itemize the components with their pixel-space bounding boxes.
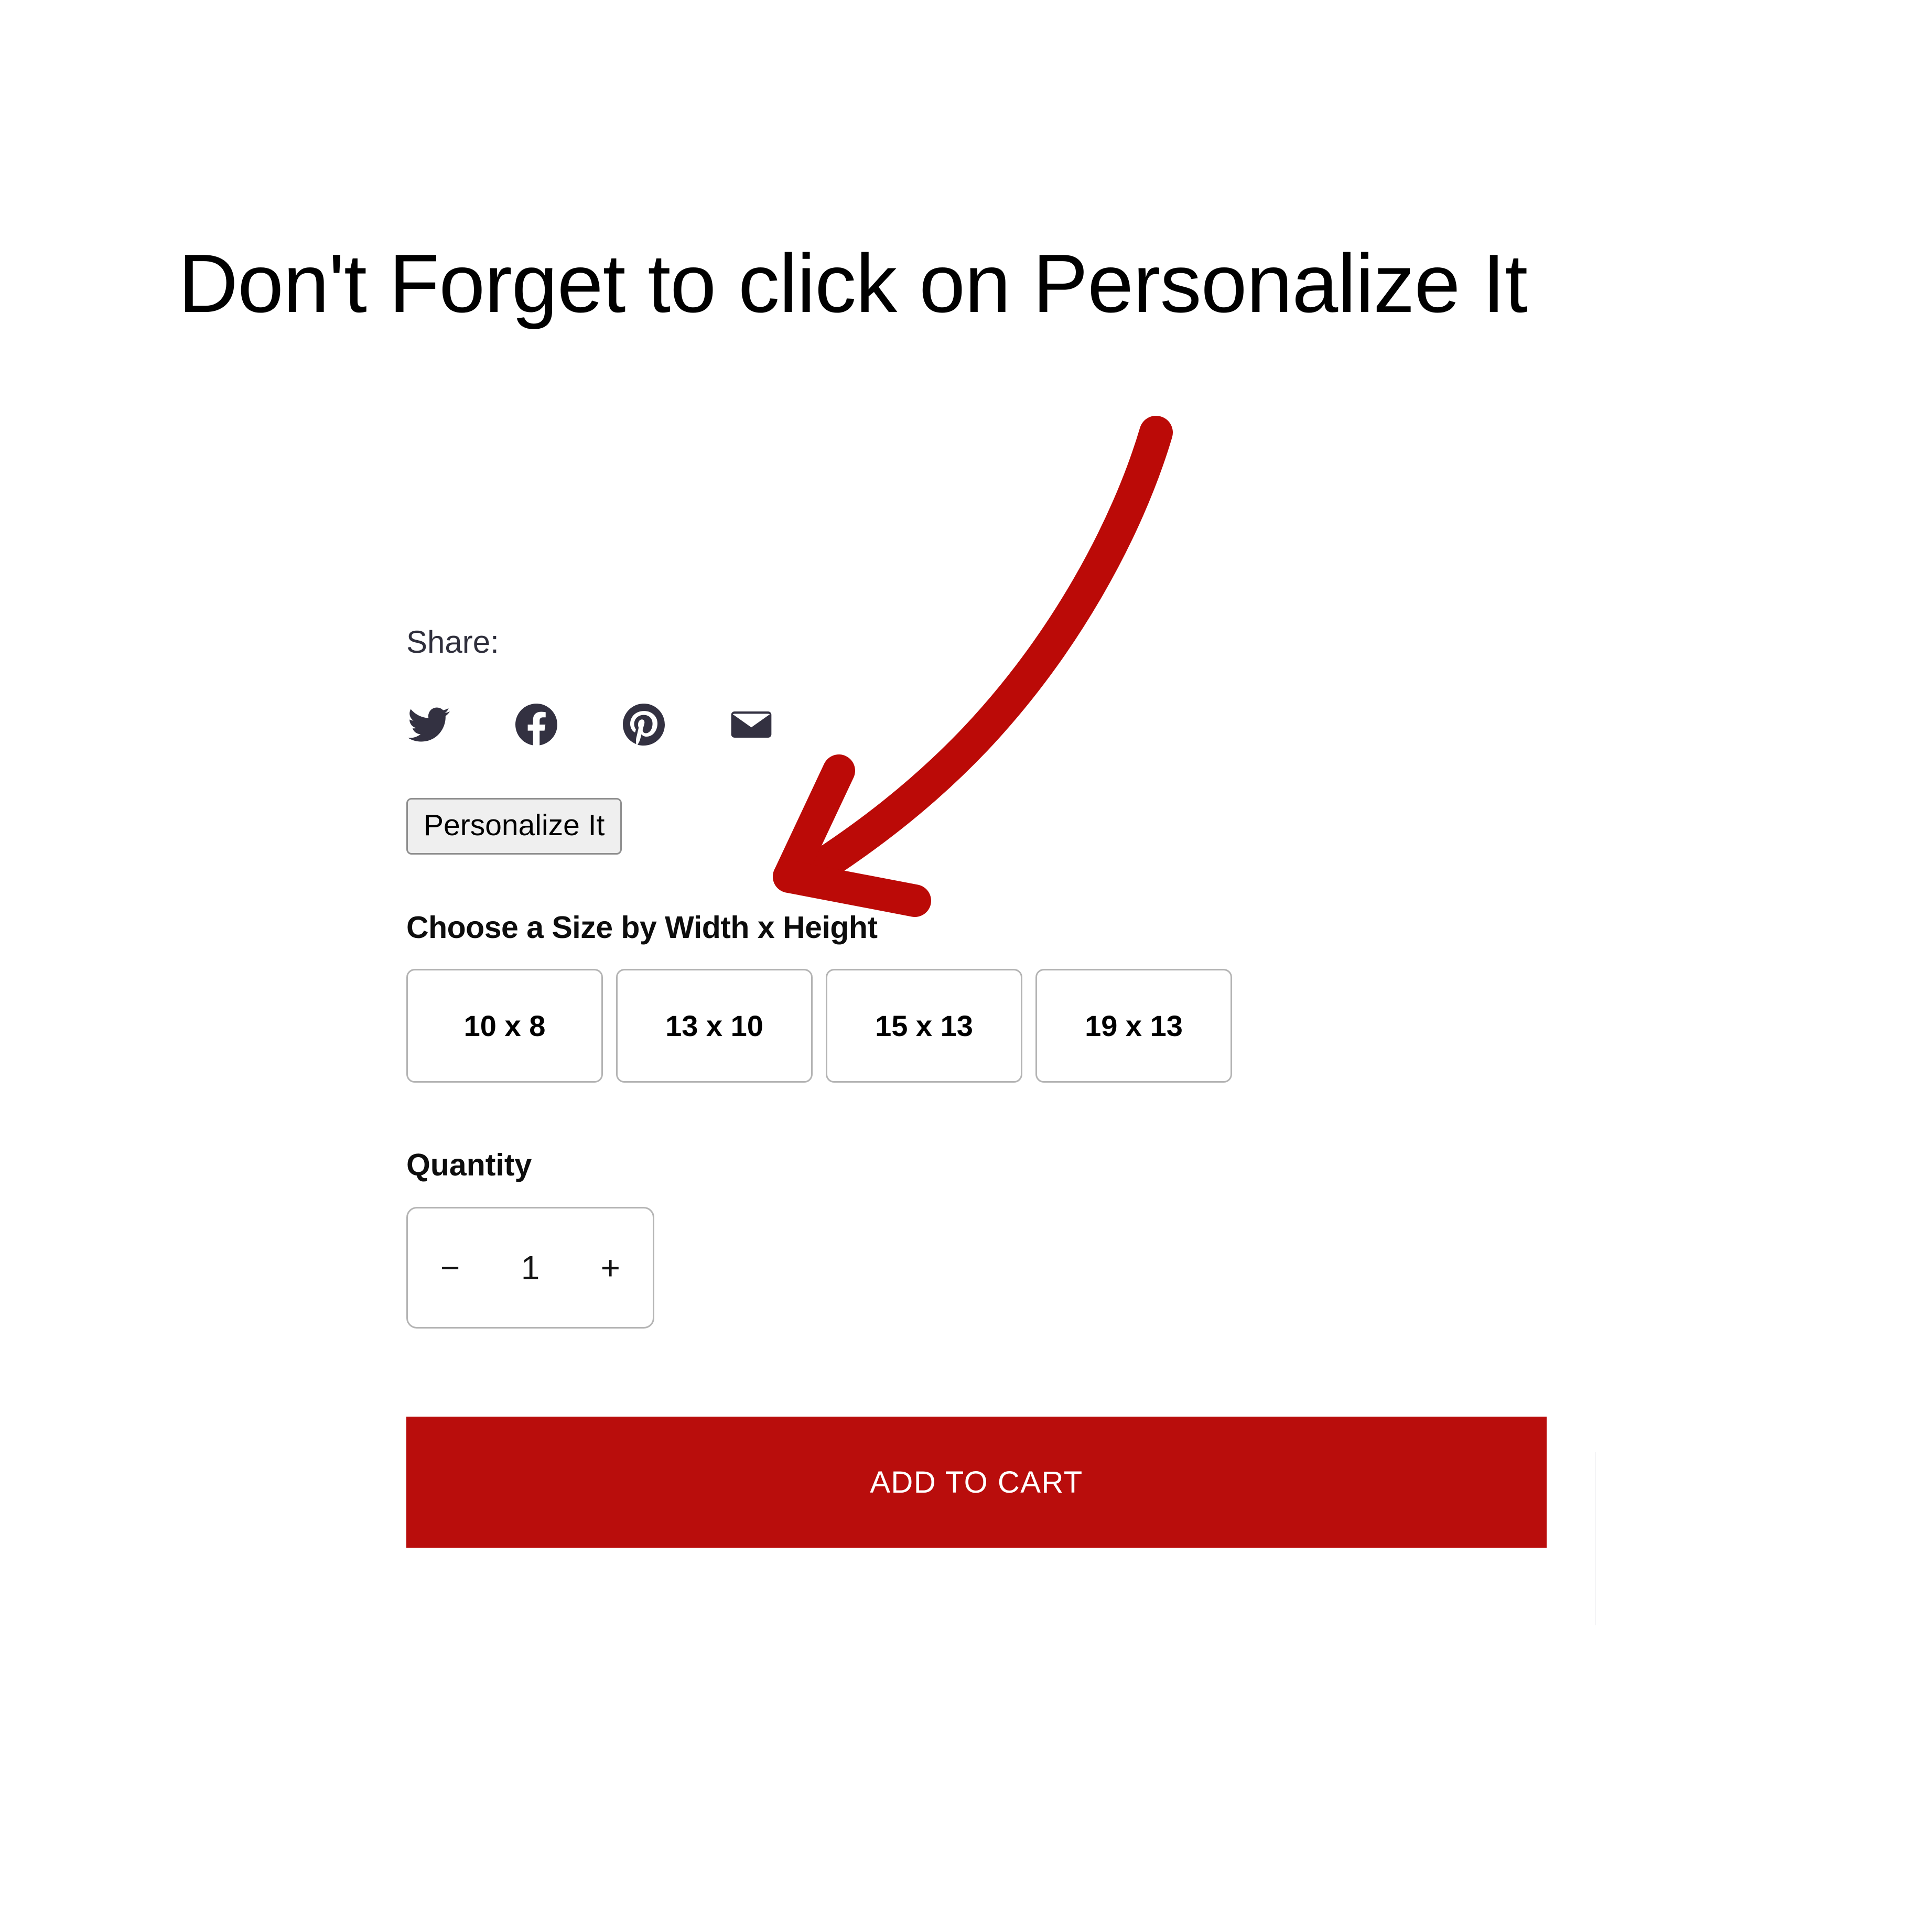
size-option-15x13[interactable]: 15 x 13 [826, 969, 1022, 1083]
quantity-increment-button[interactable]: + [601, 1251, 620, 1285]
pinterest-icon[interactable] [621, 702, 666, 747]
size-option-list: 10 x 8 13 x 10 15 x 13 19 x 13 [406, 969, 1665, 1083]
product-options-panel: Share: Personalize It Choose a Size by W… [406, 627, 1665, 1548]
twitter-icon[interactable] [406, 702, 451, 747]
personalize-it-button[interactable]: Personalize It [406, 798, 622, 855]
personalize-section: Personalize It [406, 798, 1665, 855]
size-option-19x13[interactable]: 19 x 13 [1035, 969, 1232, 1083]
size-option-10x8[interactable]: 10 x 8 [406, 969, 603, 1083]
quantity-value[interactable]: 1 [521, 1251, 540, 1285]
quantity-section-heading: Quantity [406, 1148, 532, 1182]
email-icon[interactable] [729, 702, 774, 747]
size-section-heading: Choose a Size by Width x Height [406, 910, 878, 945]
page-title: Don't Forget to click on Personalize It [178, 237, 1528, 330]
facebook-icon[interactable] [514, 702, 559, 747]
quantity-stepper[interactable]: − 1 + [406, 1207, 654, 1329]
share-icon-list [406, 702, 1665, 747]
page-root: Don't Forget to click on Personalize It … [0, 0, 1932, 1932]
quantity-decrement-button[interactable]: − [440, 1251, 460, 1285]
add-to-cart-button[interactable]: ADD TO CART [406, 1417, 1547, 1548]
share-label: Share: [406, 624, 499, 660]
size-option-13x10[interactable]: 13 x 10 [616, 969, 813, 1083]
